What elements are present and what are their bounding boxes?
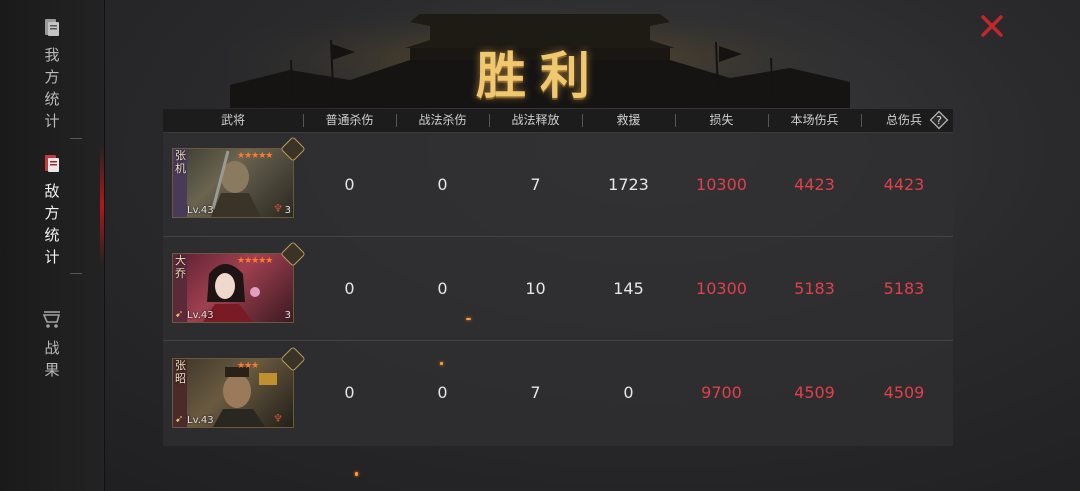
general-name: 大乔 [175, 254, 186, 280]
close-icon[interactable] [978, 12, 1006, 40]
sidebar-divider [70, 273, 82, 274]
help-icon[interactable]: ? [929, 110, 949, 130]
rescue-value: 145 [613, 279, 644, 298]
document-icon [45, 19, 59, 36]
general-level: Lv.43 [187, 205, 214, 216]
general-portrait[interactable]: 大乔 ★★★★★ ➹ Lv.43 3 [172, 253, 294, 323]
header-general: 武将 [220, 113, 245, 127]
sidebar-divider [70, 138, 82, 139]
tactic-damage-value: 0 [437, 279, 448, 298]
loss-value: 10300 [696, 279, 747, 298]
table-header: 武将 普通杀伤 战法杀伤 战法释放 救援 损失 本场伤兵 总伤兵 [163, 109, 953, 133]
general-level: Lv.43 [187, 310, 214, 321]
general-portrait[interactable]: 张机 ★★★★★ Lv.43 ♆ 3 [172, 148, 294, 218]
tactic-casts-value: 10 [525, 279, 546, 298]
loss-value: 9700 [701, 383, 742, 402]
document-icon [45, 155, 59, 172]
battle-wounded-value: 5183 [794, 279, 835, 298]
header-loss: 损失 [709, 113, 734, 127]
tactic-damage-value: 0 [437, 383, 448, 402]
header-normal-damage: 普通杀伤 [325, 113, 374, 127]
sidebar-item-label: 我方统计 [44, 46, 60, 130]
svg-text:?: ? [936, 114, 942, 127]
battle-wounded-value: 4423 [794, 175, 835, 194]
tactic-casts-value: 7 [530, 175, 541, 194]
battle-wounded-value: 4509 [794, 383, 835, 402]
weapon-icon: ➹ [175, 414, 184, 425]
header-battle-wounded: 本场伤兵 [790, 113, 839, 127]
ember-particle [466, 318, 471, 320]
normal-damage-value: 0 [344, 383, 355, 402]
header-rescue: 救援 [616, 113, 641, 127]
general-name: 张昭 [175, 359, 186, 385]
victory-banner: 胜利 [230, 0, 850, 108]
normal-damage-value: 0 [344, 175, 355, 194]
sidebar-item-results[interactable]: 战果 [0, 311, 104, 381]
normal-damage-value: 0 [344, 279, 355, 298]
general-count: 3 [284, 205, 291, 216]
faction-emblem-icon: ♆ [273, 202, 283, 215]
total-wounded-value: 5183 [883, 279, 925, 298]
ember-particle [355, 472, 358, 476]
star-rating: ★★★★★ [237, 151, 273, 161]
tactic-casts-value: 7 [530, 383, 541, 402]
total-wounded-value: 4423 [883, 175, 925, 194]
star-rating: ★★★★★ [237, 256, 273, 266]
weapon-icon: ➹ [175, 309, 184, 320]
faction-emblem-icon: ♆ [273, 412, 283, 425]
rescue-value: 1723 [608, 175, 649, 194]
sidebar-item-enemy-stats[interactable]: 敌方统计 [0, 154, 104, 268]
star-rating: ★★★ [237, 361, 259, 371]
general-portrait[interactable]: 张昭 ★★★ ➹ Lv.43 ♆ [172, 358, 294, 428]
loss-value: 10300 [696, 175, 747, 194]
rescue-value: 0 [623, 383, 634, 402]
sidebar-item-label: 战果 [44, 339, 60, 379]
sidebar-item-label: 敌方统计 [44, 182, 60, 266]
victory-title: 胜利 [476, 46, 604, 105]
general-level: Lv.43 [187, 415, 214, 426]
cart-icon [42, 311, 61, 328]
total-wounded-value: 4509 [883, 383, 925, 402]
ember-particle [440, 362, 443, 365]
header-tactic-damage: 战法杀伤 [418, 113, 467, 127]
sidebar-item-our-stats[interactable]: 我方统计 [0, 18, 104, 132]
header-tactic-casts: 战法释放 [511, 113, 560, 127]
general-name: 张机 [175, 149, 186, 175]
general-count: 3 [284, 310, 291, 321]
tactic-damage-value: 0 [437, 175, 448, 194]
